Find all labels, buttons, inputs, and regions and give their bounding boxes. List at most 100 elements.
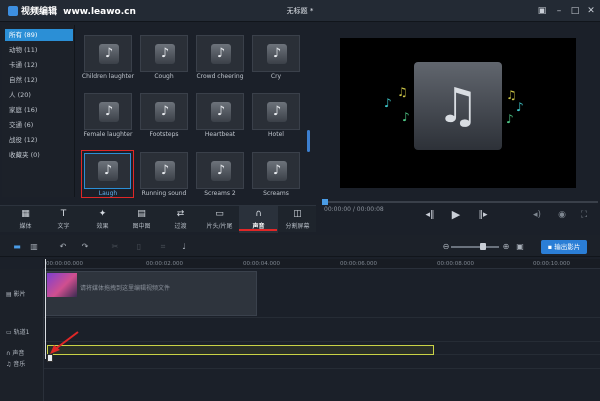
category-animals[interactable]: 动物 (11) — [5, 44, 73, 56]
pip-icon: ▤ — [137, 209, 146, 219]
close-icon[interactable]: ✕ — [585, 5, 597, 17]
music-note-icon: ♪ — [99, 44, 119, 64]
category-all[interactable]: 所有 (89) — [5, 29, 73, 41]
sound-thumb-hotel[interactable]: ♪ — [252, 93, 300, 130]
music-note-icon: ♪ — [98, 161, 118, 181]
tab-label: 分割屏幕 — [285, 223, 310, 230]
timeline-ruler[interactable] — [44, 259, 600, 269]
storyboard-icon[interactable]: ▬ — [12, 242, 22, 252]
music-track[interactable] — [44, 355, 600, 369]
ruler-tick: 00:00:02.000 — [146, 261, 183, 267]
tab-text[interactable]: T 文字 — [44, 206, 83, 233]
sound-label: Hotel — [268, 131, 284, 138]
playhead[interactable] — [45, 259, 46, 359]
volume-icon[interactable]: ◂) — [531, 209, 543, 221]
prev-icon[interactable]: ◂‖ — [424, 209, 436, 221]
music-note-icon: ♪ — [211, 102, 231, 122]
play-icon[interactable]: ▶ — [450, 209, 462, 221]
sound-thumb-cough[interactable]: ♪ — [140, 35, 188, 72]
timeline-view-icon[interactable]: ▥ — [29, 242, 39, 252]
export-label: 输出影片 — [554, 243, 581, 251]
preview-progress-handle[interactable] — [322, 199, 328, 205]
tab-transition[interactable]: ⇄ 过渡 — [161, 206, 200, 233]
sound-thumb-footsteps[interactable]: ♪ — [140, 93, 188, 130]
track-sound-label: ∩ 声音 — [6, 350, 25, 357]
undo-icon[interactable]: ↶ — [58, 242, 68, 252]
sound-label-selected: Laugh — [98, 190, 118, 197]
delete-icon[interactable]: ▯ — [134, 242, 144, 252]
category-favorites[interactable]: 收藏夹 (0) — [5, 149, 73, 161]
minimize-icon[interactable]: – — [553, 5, 565, 17]
sound-thumb-cry[interactable]: ♪ — [252, 35, 300, 72]
zoom-slider-handle[interactable] — [480, 243, 486, 250]
save-icon[interactable]: ▣ — [536, 5, 548, 17]
active-tab-indicator — [239, 229, 277, 231]
category-battle[interactable]: 战役 (12) — [5, 134, 73, 146]
music-note-icon: ♪ — [516, 100, 524, 114]
library-scrollbar[interactable] — [307, 130, 310, 152]
redo-icon[interactable]: ↷ — [80, 242, 90, 252]
tab-split-screen[interactable]: ◫ 分割屏幕 — [278, 206, 317, 233]
zoom-slider[interactable] — [451, 246, 499, 248]
fullscreen-icon[interactable]: ⛶ — [578, 209, 590, 221]
sound-thumb-female-laughter[interactable]: ♪ — [84, 93, 132, 130]
sound-thumb-screams[interactable]: ♪ — [252, 152, 300, 189]
sound-label: Screams 2 — [204, 190, 236, 197]
next-icon[interactable]: ‖▸ — [477, 209, 489, 221]
clip-thumbnail — [47, 273, 77, 297]
category-nature[interactable]: 自然 (12) — [5, 74, 73, 86]
intro-outro-icon: ▭ — [215, 209, 224, 219]
audio-mic-icon[interactable]: ♩ — [179, 242, 189, 252]
fit-timeline-icon[interactable]: ▣ — [515, 242, 525, 252]
snapshot-icon[interactable]: ◉ — [556, 209, 568, 221]
sound-label: Children laughter — [81, 73, 135, 80]
music-note-icon: ♪ — [155, 44, 175, 64]
split-screen-icon: ◫ — [293, 209, 302, 219]
sound-label: Cry — [270, 73, 282, 80]
export-movie-button[interactable]: ▪ 输出影片 — [541, 240, 587, 254]
sound-thumb-crowd-cheering[interactable]: ♪ — [196, 35, 244, 72]
sound-label: Running sound — [141, 190, 187, 197]
text-icon: T — [60, 209, 67, 219]
preview-progress-bar[interactable] — [322, 201, 598, 203]
tab-pip[interactable]: ▤ 图中图 — [122, 206, 161, 233]
tab-effects[interactable]: ✦ 效果 — [83, 206, 122, 233]
overlay-track[interactable] — [44, 318, 600, 342]
sound-label: Cough — [154, 73, 174, 80]
category-people[interactable]: 人 (20) — [5, 89, 73, 101]
ruler-tick: 00:00:00.000 — [46, 261, 83, 267]
sound-thumb-laugh[interactable]: ♪ — [84, 153, 131, 189]
track-music-label: ♫ 音乐 — [6, 361, 26, 368]
category-sidebar: 所有 (89) 动物 (11) 卡通 (12) 自然 (12) 人 (20) 家… — [2, 25, 75, 197]
tab-label: 媒体 — [19, 223, 32, 230]
sound-thumb-screams-2[interactable]: ♪ — [196, 152, 244, 189]
music-note-icon: ♪ — [267, 44, 287, 64]
maximize-icon[interactable]: □ — [569, 5, 581, 17]
transition-icon: ⇄ — [176, 209, 185, 219]
tab-label: 文字 — [57, 223, 70, 230]
ruler-tick: 00:00:08.000 — [437, 261, 474, 267]
track-headers: ▤ 影片 ▭ 轨道1 ∩ 声音 ♫ 音乐 — [0, 269, 44, 401]
tab-label: 图中图 — [132, 223, 151, 230]
category-family[interactable]: 家庭 (16) — [5, 104, 73, 116]
music-note-icon: ♪ — [99, 102, 119, 122]
sound-thumb-heartbeat[interactable]: ♪ — [196, 93, 244, 130]
laugh-audio-clip[interactable] — [47, 345, 434, 355]
tab-intro-outro[interactable]: ▭ 片头/片尾 — [200, 206, 239, 233]
sound-thumb-running-sound[interactable]: ♪ — [140, 152, 188, 189]
music-note-icon: ♪ — [211, 161, 231, 181]
layer-icon: ▭ — [6, 329, 14, 336]
split-icon[interactable]: ✂ — [110, 242, 120, 252]
category-transport[interactable]: 交通 (6) — [5, 119, 73, 131]
crop-icon[interactable]: ⌗ — [158, 242, 168, 252]
zoom-in-icon[interactable]: ⊕ — [501, 242, 511, 252]
category-cartoon[interactable]: 卡通 (12) — [5, 59, 73, 71]
tab-media[interactable]: ▦ 媒体 — [6, 206, 45, 233]
music-note-icon: ♪ — [267, 161, 287, 181]
music-note-icon: ♪ — [384, 96, 392, 110]
video-drop-hint: 请将媒体拖拽到这里编辑视频文件 — [80, 285, 171, 292]
zoom-out-icon[interactable]: ⊖ — [441, 242, 451, 252]
music-note-icon: ♪ — [155, 102, 175, 122]
music-note-icon: ♪ — [402, 110, 410, 124]
sound-thumb-children-laughter[interactable]: ♪ — [84, 35, 132, 72]
